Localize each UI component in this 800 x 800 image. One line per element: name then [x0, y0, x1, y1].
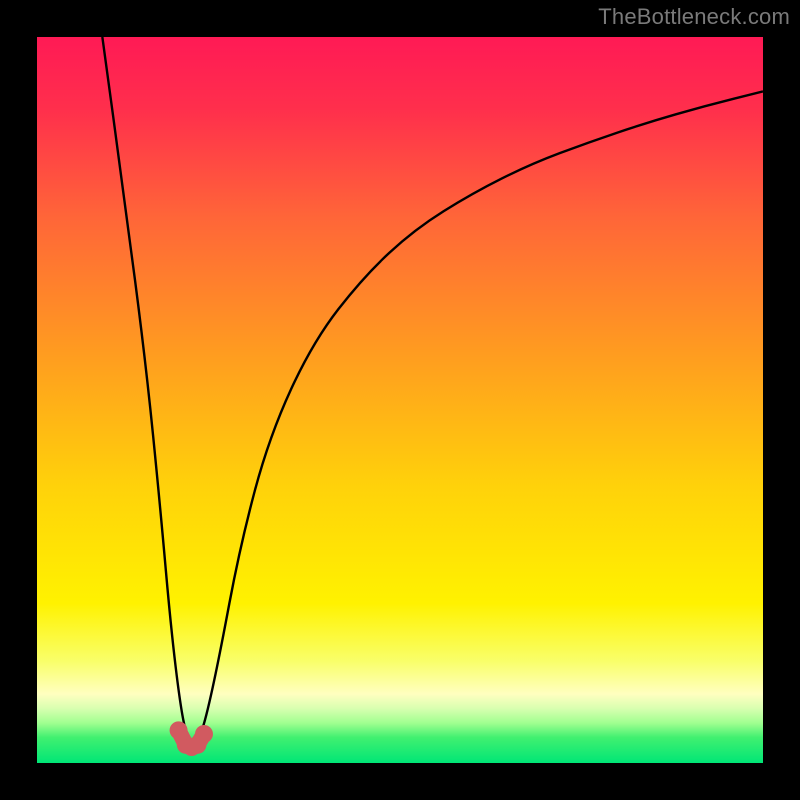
chart-container: TheBottleneck.com — [0, 0, 800, 800]
watermark-text: TheBottleneck.com — [598, 4, 790, 30]
plot-area — [37, 37, 763, 763]
bottleneck-curve — [102, 37, 763, 741]
marker-dot — [195, 725, 213, 743]
bottom-markers — [170, 721, 213, 756]
curve-layer — [37, 37, 763, 763]
